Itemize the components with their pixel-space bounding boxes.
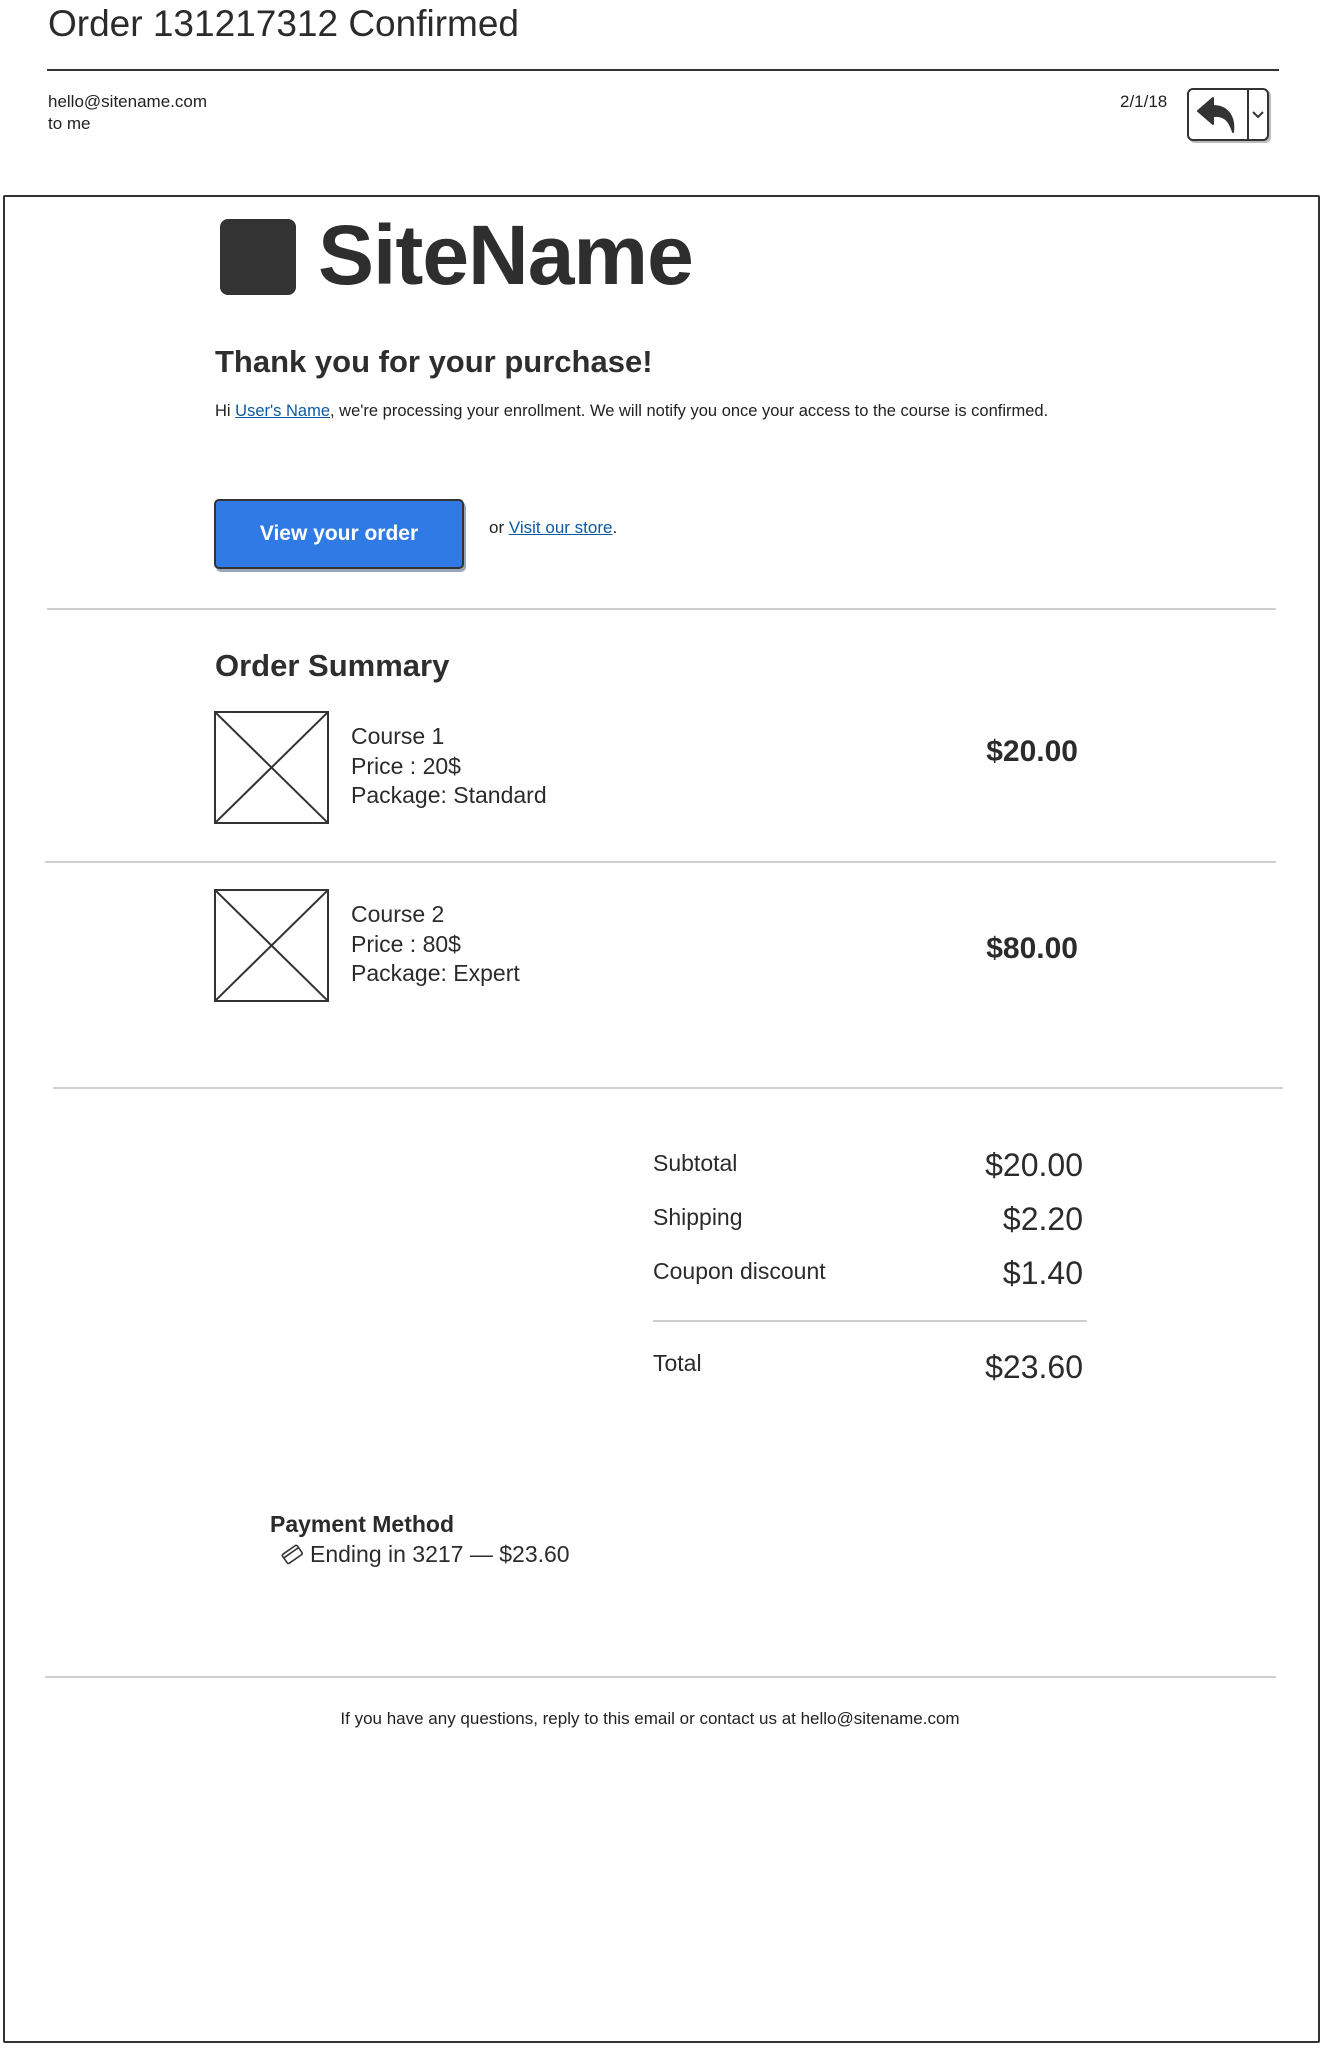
view-order-button[interactable]: View your order	[214, 499, 464, 569]
subtotal-value: $20.00	[985, 1147, 1083, 1183]
total-value: $23.60	[985, 1349, 1083, 1385]
brand-name: SiteName	[318, 208, 694, 302]
email-subject: Order 131217312 Confirmed	[48, 3, 520, 44]
footer-note: If you have any questions, reply to this…	[340, 1709, 960, 1728]
course-price: Price : 80$	[351, 930, 461, 957]
visit-store-link[interactable]: Visit our store	[509, 518, 613, 537]
thank-you-heading: Thank you for your purchase!	[215, 344, 653, 379]
course-name: Course 1	[351, 723, 445, 749]
list-item: Course 2 Price : 80$ Package: Expert	[351, 900, 520, 989]
coupon-value: $1.40	[1002, 1255, 1083, 1291]
coupon-label: Coupon discount	[653, 1258, 826, 1284]
store-suffix: .	[612, 518, 618, 537]
course-package: Package: Standard	[351, 782, 547, 808]
item-amount: $80.00	[986, 932, 1078, 965]
payment-method-title: Payment Method	[270, 1511, 455, 1537]
course-price: Price : 20$	[351, 752, 461, 779]
credit-card-icon	[281, 1544, 304, 1565]
total-label: Total	[653, 1350, 702, 1376]
course-name: Course 2	[351, 901, 445, 927]
reply-options-dropdown[interactable]	[1249, 90, 1267, 139]
payment-method-detail: Ending in 3217 — $23.60	[280, 1538, 570, 1570]
footer-divider	[45, 1676, 1276, 1678]
reply-button[interactable]	[1189, 90, 1249, 139]
header-divider	[47, 69, 1279, 71]
image-placeholder-icon	[214, 711, 329, 824]
item-divider	[45, 861, 1276, 863]
payment-detail-text: Ending in 3217 — $23.60	[310, 1541, 570, 1567]
greeting-message: , we're processing your enrollment. We w…	[330, 402, 1049, 420]
subtotal-label: Subtotal	[653, 1150, 738, 1176]
chevron-down-icon	[1252, 110, 1264, 118]
shipping-value: $2.20	[1002, 1201, 1083, 1237]
order-summary-title: Order Summary	[215, 648, 450, 683]
item-amount: $20.00	[986, 735, 1078, 768]
store-line: or Visit our store.	[489, 516, 617, 540]
user-name-link[interactable]: User's Name	[235, 402, 330, 420]
course-package: Package: Expert	[351, 960, 520, 986]
image-placeholder-icon	[214, 889, 329, 1002]
reply-arrow-icon	[1197, 96, 1235, 133]
greeting-prefix: Hi	[215, 402, 236, 420]
section-divider	[53, 1087, 1283, 1089]
sender-address: hello@sitename.com	[48, 92, 207, 111]
shipping-label: Shipping	[653, 1204, 743, 1230]
list-item: Course 1 Price : 20$ Package: Standard	[351, 722, 547, 811]
email-date: 2/1/18	[1120, 92, 1168, 111]
reply-button-group	[1187, 88, 1269, 141]
intro-message: Hi User's Name, we're processing your en…	[215, 400, 1065, 422]
section-divider	[47, 608, 1276, 610]
recipient-label: to me	[48, 114, 91, 133]
totals-divider	[653, 1320, 1087, 1322]
email-body-frame	[3, 195, 1320, 2043]
logo-square-icon	[220, 219, 296, 295]
or-text: or	[489, 518, 509, 537]
